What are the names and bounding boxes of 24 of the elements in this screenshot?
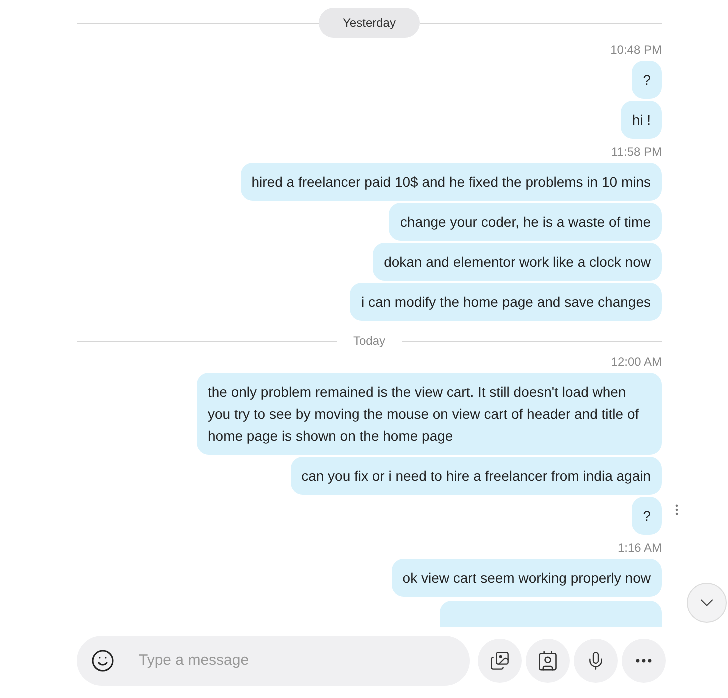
message-bubble: dokan and elementor work like a clock now [373,243,662,281]
timestamp: 1:16 AM [618,541,662,555]
message-bubble: ? [632,497,662,535]
message-bubble: hired a freelancer paid 10$ and he fixed the problems in 10 mins [240,163,662,201]
more-icon [636,659,652,663]
image-icon [490,651,510,671]
message-bubble: ? [632,61,662,99]
message-bubble: hi ! [621,101,662,139]
timestamp: 12:00 AM [611,355,662,369]
message-bubble: ok view cart seem working properly now [392,559,662,597]
timestamp: 10:48 PM [610,43,662,57]
timestamp: 11:58 PM [612,145,662,159]
emoji-icon[interactable] [91,649,115,673]
message-bubble: change your coder, he is a waste of time [389,203,662,241]
message-input[interactable]: Type a message [139,650,439,672]
message-bubble: i can modify the home page and save changes [350,283,662,321]
message-field[interactable]: Type a message [77,636,470,686]
contact-card-icon [537,650,559,672]
message-bubble: can you fix or i need to hire a freelancer from india again [290,457,662,495]
image-button[interactable] [478,639,522,683]
microphone-button[interactable] [574,639,618,683]
contact-card-button[interactable] [526,639,570,683]
date-divider: Today [352,333,387,350]
message-bubble: the only problem remained is the view cart. It still doesn't load when you try to see by moving the mouse on view cart of header and title of home page is shown on the home page [197,373,662,455]
